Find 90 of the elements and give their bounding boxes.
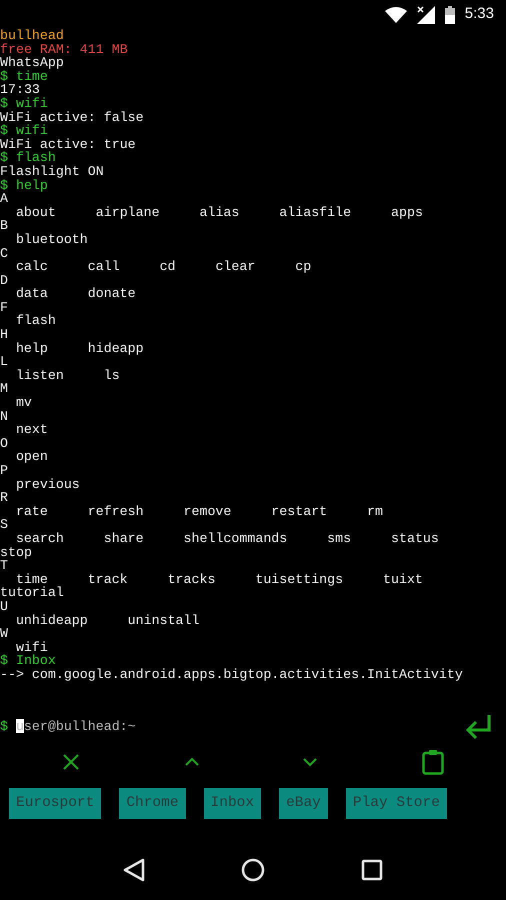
- command-line: $ time: [0, 70, 48, 84]
- chevron-up-icon[interactable]: [184, 757, 199, 767]
- command-name: sms: [327, 532, 352, 546]
- device-name: bullhead: [0, 29, 64, 43]
- command-line: $ help: [0, 178, 48, 192]
- section-letter: W: [0, 627, 8, 641]
- command-name: bluetooth: [16, 232, 88, 246]
- command-name: rate: [16, 504, 48, 518]
- command-name: tuixt: [383, 572, 423, 586]
- app-shortcut-button[interactable]: eBay: [279, 788, 328, 819]
- section-letter: A: [0, 192, 8, 206]
- command-name: cd: [160, 260, 176, 274]
- wifi-icon: [384, 6, 407, 22]
- section-letter: S: [0, 518, 8, 532]
- section-letter: O: [0, 436, 8, 450]
- command-name: data: [16, 287, 48, 301]
- command-name: hideapp: [88, 342, 144, 356]
- command-name: search: [16, 532, 64, 546]
- command-name: shellcommands: [184, 532, 288, 546]
- app-shortcut-button[interactable]: Chrome: [119, 788, 186, 819]
- section-letter: C: [0, 246, 8, 260]
- command-name: time: [16, 572, 48, 586]
- recents-icon[interactable]: [361, 859, 383, 881]
- enter-icon[interactable]: [464, 713, 492, 741]
- section-letter: P: [0, 464, 8, 478]
- prompt-symbol: $: [0, 718, 8, 736]
- command-name: open: [16, 450, 48, 464]
- section-letter: B: [0, 219, 8, 233]
- section-letter: R: [0, 491, 8, 505]
- app-shortcut-button[interactable]: Play Store: [346, 788, 447, 819]
- command-name: next: [16, 423, 48, 437]
- clipboard-icon[interactable]: [422, 749, 444, 775]
- close-icon[interactable]: [62, 753, 80, 771]
- command-name: donate: [88, 287, 136, 301]
- section-letter: N: [0, 410, 8, 424]
- output-line: WiFi active: true: [0, 138, 136, 152]
- command-name: airplane: [96, 206, 160, 220]
- command-name: share: [104, 532, 144, 546]
- app-shortcut-button[interactable]: Eurosport: [9, 788, 102, 819]
- command-line: $ Inbox: [0, 654, 56, 668]
- section-letter: H: [0, 328, 8, 342]
- command-name: stop: [0, 546, 32, 560]
- section-letter: T: [0, 559, 8, 573]
- command-name: calc: [16, 260, 48, 274]
- command-name: track: [88, 572, 128, 586]
- command-name: about: [16, 206, 56, 220]
- signal-icon: [416, 6, 435, 24]
- command-line: $ wifi: [0, 124, 48, 138]
- output-line: WiFi active: false: [0, 110, 144, 124]
- output-line: Flashlight ON: [0, 164, 104, 179]
- command-line: $ wifi: [0, 96, 48, 111]
- app-shortcut-button[interactable]: Inbox: [204, 788, 262, 819]
- section-letter: U: [0, 600, 8, 614]
- section-letter: L: [0, 355, 8, 369]
- command-name: status: [391, 532, 439, 546]
- command-name: mv: [16, 396, 32, 410]
- section-letter: F: [0, 300, 8, 314]
- command-name: call: [88, 260, 120, 274]
- command-name: uninstall: [128, 614, 200, 628]
- command-name: restart: [271, 504, 328, 518]
- command-name: apps: [391, 206, 423, 220]
- command-name: refresh: [88, 504, 144, 518]
- command-name: aliasfile: [279, 206, 352, 220]
- output-line: --> com.google.android.apps.bigtop.activities.InitActivity: [0, 668, 463, 682]
- command-name: wifi: [16, 640, 48, 654]
- command-name: cp: [295, 260, 312, 274]
- command-name: tracks: [168, 572, 216, 586]
- command-name: help: [16, 342, 48, 356]
- command-name: remove: [184, 504, 232, 518]
- command-name: previous: [16, 478, 80, 492]
- chevron-down-icon[interactable]: [303, 757, 318, 767]
- command-name: listen: [16, 368, 64, 382]
- home-icon[interactable]: [241, 858, 265, 882]
- command-name: ls: [104, 368, 120, 382]
- command-name: tutorial: [0, 586, 64, 600]
- command-name: flash: [16, 314, 56, 328]
- command-name: clear: [215, 260, 256, 274]
- ram-readout: free RAM: 411 MB: [0, 42, 128, 56]
- back-icon[interactable]: [123, 858, 145, 882]
- command-name: alias: [199, 206, 240, 220]
- command-line: $ flash: [0, 151, 56, 165]
- command-name: unhideapp: [16, 614, 88, 628]
- battery-icon: [444, 6, 455, 24]
- clock-time: 5:33: [464, 4, 494, 24]
- output-line: 17:33: [0, 83, 40, 97]
- section-letter: D: [0, 274, 8, 288]
- output-line: WhatsApp: [0, 56, 64, 70]
- section-letter: M: [0, 382, 8, 396]
- command-name: tuisettings: [255, 572, 344, 586]
- command-name: rm: [367, 504, 384, 518]
